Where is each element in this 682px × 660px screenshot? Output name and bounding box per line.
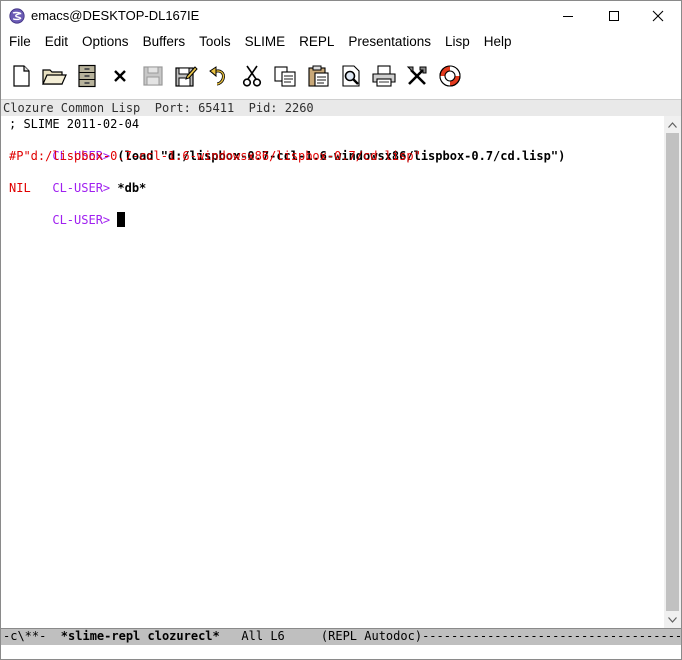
repl-input: *db* — [110, 181, 147, 195]
open-folder-icon — [42, 69, 67, 85]
save-button[interactable] — [139, 62, 167, 90]
copy-icon — [274, 66, 296, 87]
scroll-up-button[interactable] — [664, 116, 681, 133]
scrollbar-thumb[interactable] — [666, 133, 679, 611]
new-file-button[interactable] — [7, 62, 35, 90]
minimize-button[interactable] — [545, 1, 591, 31]
minimize-icon — [563, 16, 573, 17]
menu-file[interactable]: File — [1, 31, 38, 53]
print-icon — [372, 65, 396, 87]
undo-button[interactable] — [205, 62, 233, 90]
tool-bar — [1, 54, 681, 98]
new-file-icon — [13, 65, 30, 87]
vertical-scrollbar[interactable] — [664, 116, 681, 628]
search-button[interactable] — [337, 62, 365, 90]
repl-input-line: CL-USER> (load "d:/lispbox-0.7-ccl-1.6-w… — [9, 132, 565, 163]
help-button[interactable] — [436, 62, 464, 90]
repl-input — [110, 213, 117, 227]
repl-banner-line: ; SLIME 2011-02-04 — [9, 117, 140, 131]
window-title: emacs@DESKTOP-DL167IE — [31, 8, 200, 23]
chevron-up-icon — [668, 121, 677, 128]
mode-line: -c\**- *slime-repl clozurecl* All L6 (RE… — [1, 628, 681, 645]
menu-lisp[interactable]: Lisp — [438, 31, 477, 53]
paste-icon — [308, 65, 329, 87]
repl-current-line[interactable]: CL-USER> — [9, 196, 126, 227]
menu-slime[interactable]: SLIME — [238, 31, 293, 53]
undo-icon — [209, 66, 225, 86]
menu-edit[interactable]: Edit — [38, 31, 75, 53]
echo-area[interactable] — [1, 645, 681, 659]
close-icon — [652, 10, 664, 22]
preferences-icon — [406, 66, 427, 85]
title-bar: emacs@DESKTOP-DL167IE — [1, 1, 681, 31]
help-lifebuoy-icon — [439, 65, 461, 87]
repl-output-line: #P"d:/lispbox-0.7-ccl-1.6-windowsx86/lis… — [9, 149, 421, 163]
repl-buffer[interactable]: ; SLIME 2011-02-04 CL-USER> (load "d:/li… — [1, 116, 664, 628]
cut-icon — [242, 65, 262, 87]
close-window-button[interactable] — [635, 1, 681, 31]
print-button[interactable] — [370, 62, 398, 90]
copy-button[interactable] — [271, 62, 299, 90]
repl-prompt: CL-USER> — [52, 213, 111, 227]
scroll-down-button[interactable] — [664, 611, 681, 628]
save-icon — [143, 66, 163, 86]
menu-help[interactable]: Help — [477, 31, 519, 53]
save-as-button[interactable] — [172, 62, 200, 90]
modeline-status: -c\**- — [3, 629, 61, 643]
emacs-logo-icon — [9, 8, 25, 24]
menu-presentations[interactable]: Presentations — [341, 31, 438, 53]
close-buffer-icon — [114, 70, 126, 82]
chevron-down-icon — [668, 616, 677, 623]
paste-button[interactable] — [304, 62, 332, 90]
repl-prompt: CL-USER> — [52, 181, 111, 195]
menu-options[interactable]: Options — [75, 31, 136, 53]
modeline-modes[interactable]: (REPL Autodoc) — [321, 629, 422, 643]
menu-repl[interactable]: REPL — [292, 31, 341, 53]
open-file-button[interactable] — [40, 62, 68, 90]
save-as-icon — [175, 66, 198, 87]
modeline-buffer-name[interactable]: *slime-repl clozurecl* — [61, 629, 220, 643]
header-line: Clozure Common Lisp Port: 65411 Pid: 226… — [1, 99, 681, 116]
preferences-button[interactable] — [403, 62, 431, 90]
cut-button[interactable] — [238, 62, 266, 90]
menu-buffers[interactable]: Buffers — [136, 31, 193, 53]
dired-cabinet-icon — [78, 64, 96, 88]
emacs-window: emacs@DESKTOP-DL167IE File Edit Options … — [0, 0, 682, 660]
menu-tools[interactable]: Tools — [192, 31, 238, 53]
modeline-position: All L6 — [219, 629, 321, 643]
dired-button[interactable] — [73, 62, 101, 90]
search-icon — [342, 65, 360, 87]
repl-output-line: NIL — [9, 181, 31, 195]
maximize-icon — [609, 11, 619, 21]
menu-bar: File Edit Options Buffers Tools SLIME RE… — [1, 31, 681, 53]
maximize-button[interactable] — [591, 1, 637, 31]
kill-buffer-button[interactable] — [106, 62, 134, 90]
modeline-filler: ----------------------------------------… — [422, 629, 681, 643]
text-cursor — [117, 212, 126, 227]
repl-input-line: CL-USER> *db* — [9, 164, 146, 195]
